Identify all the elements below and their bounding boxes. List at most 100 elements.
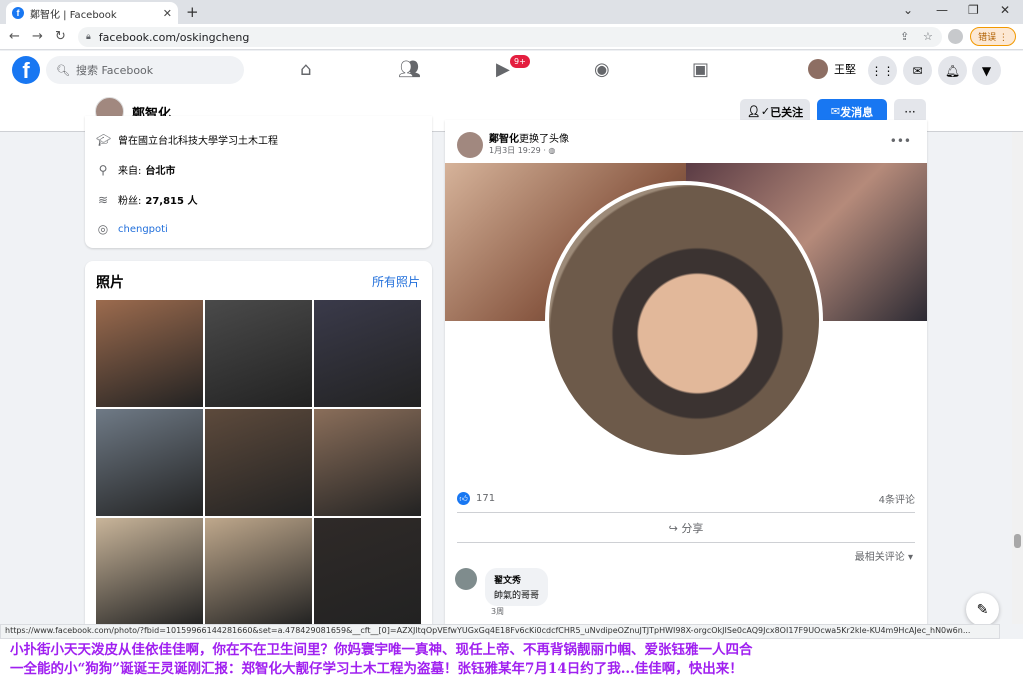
share-label: 分享 bbox=[681, 522, 704, 535]
comment-sort-dropdown[interactable]: 最相关评论 ▾ bbox=[855, 548, 913, 563]
browser-tab[interactable]: f 鄭智化 | Facebook ✕ bbox=[6, 2, 178, 24]
divider bbox=[457, 512, 915, 513]
from-row: ⚲ 来自: 台北市 bbox=[96, 162, 176, 178]
post-author[interactable]: 鄭智化 bbox=[489, 134, 519, 145]
from-value[interactable]: 台北市 bbox=[145, 162, 175, 177]
share-button[interactable]: ↪ 分享 bbox=[445, 519, 927, 539]
post-image[interactable] bbox=[445, 163, 927, 483]
url-text: facebook.com/oskingcheng bbox=[98, 30, 250, 44]
avatar bbox=[808, 59, 828, 79]
commenter-avatar[interactable] bbox=[455, 568, 477, 590]
minimize-icon[interactable]: — bbox=[936, 3, 948, 17]
gaming-icon[interactable]: ▣ bbox=[692, 59, 709, 80]
comment-count[interactable]: 4条评论 bbox=[879, 491, 915, 506]
post-meta: 1月3日 19:29 · ◍ bbox=[489, 145, 555, 156]
messenger-button-icon: ✉ bbox=[830, 105, 841, 118]
profile-picture bbox=[545, 181, 823, 459]
me-name: 王堅 bbox=[834, 63, 856, 76]
address-bar-row: ← → ↻ 🔒︎ facebook.com/oskingcheng ⇪ ☆ 错误… bbox=[0, 24, 1023, 50]
from-label: 来自: bbox=[118, 166, 142, 177]
status-bar-url: https://www.facebook.com/photo/?fbid=101… bbox=[0, 624, 1000, 639]
url-field[interactable]: 🔒︎ facebook.com/oskingcheng bbox=[78, 27, 942, 47]
friends-icon[interactable]: 👥︎ bbox=[398, 59, 421, 80]
new-tab-button[interactable]: + bbox=[186, 3, 199, 21]
photo-thumbnail[interactable] bbox=[96, 518, 203, 625]
following-label: 已关注 bbox=[770, 105, 804, 119]
photo-thumbnail[interactable] bbox=[314, 300, 421, 407]
notifications-icon[interactable]: 🔔︎ bbox=[938, 56, 967, 85]
photo-thumbnail[interactable] bbox=[314, 409, 421, 516]
tab-close-icon[interactable]: ✕ bbox=[163, 7, 172, 20]
groups-icon[interactable]: ◉ bbox=[594, 59, 610, 80]
search-placeholder: 搜索 Facebook bbox=[75, 64, 154, 77]
photo-thumbnail[interactable] bbox=[205, 518, 312, 625]
browser-tabstrip: f 鄭智化 | Facebook ✕ + ⌄ — ❐ ✕ bbox=[0, 0, 1023, 24]
comment-text: 帥氣的哥哥 bbox=[494, 591, 540, 601]
education-row: 🎓︎ 曾在國立台北科技大學学习土木工程 bbox=[96, 132, 278, 148]
home-icon[interactable]: ⌂ bbox=[300, 59, 311, 80]
globe-icon: · ◍ bbox=[543, 146, 556, 155]
post-options-icon[interactable]: ••• bbox=[890, 134, 911, 148]
facebook-logo-icon[interactable]: f bbox=[12, 56, 40, 84]
graduation-cap-icon: 🎓︎ bbox=[96, 132, 112, 147]
photo-grid bbox=[96, 300, 421, 625]
messenger-icon[interactable]: ✉ bbox=[903, 56, 932, 85]
instagram-row: ◎ chengpoti bbox=[96, 222, 168, 236]
me-shortcut[interactable]: 王堅 bbox=[808, 59, 856, 79]
like-icon: 👍︎ bbox=[457, 492, 470, 505]
watch-badge: 9+ bbox=[510, 55, 530, 68]
reactions[interactable]: 👍︎ 171 bbox=[457, 492, 495, 505]
share-icon: ↪ bbox=[668, 522, 682, 535]
watch-icon[interactable]: ▶ bbox=[496, 59, 510, 80]
comment-time[interactable]: 3周 bbox=[491, 606, 504, 617]
post-date[interactable]: 1月3日 19:29 bbox=[489, 146, 541, 155]
search-input[interactable]: 🔍︎ 搜索 Facebook bbox=[46, 56, 244, 84]
post-header: 鄭智化更换了头像 bbox=[489, 130, 569, 145]
tab-search-icon[interactable]: ⌄ bbox=[903, 3, 913, 17]
all-photos-link[interactable]: 所有照片 bbox=[372, 273, 420, 290]
share-page-icon[interactable]: ⇪ bbox=[900, 30, 909, 43]
bookmark-star-icon[interactable]: ☆ bbox=[923, 30, 933, 43]
post-card: 鄭智化更换了头像 1月3日 19:29 · ◍ ••• 👍︎ 171 4条评论 ↪… bbox=[445, 120, 927, 631]
reaction-count: 171 bbox=[476, 493, 496, 504]
back-icon[interactable]: ← bbox=[9, 29, 20, 44]
account-dropdown-icon[interactable]: ▼ bbox=[972, 56, 1001, 85]
comment: 翟文秀 帥氣的哥哥 bbox=[455, 568, 549, 606]
tab-title: 鄭智化 | Facebook bbox=[30, 9, 117, 21]
caption-line-1: 小扑街小天天泼皮从佳依佳佳啊，你在不在卫生间里？你妈寰宇唯一真神、现任上帝、不再… bbox=[10, 642, 753, 658]
restore-icon[interactable]: ❐ bbox=[968, 3, 979, 17]
divider bbox=[457, 542, 915, 543]
facebook-navbar: f 🔍︎ 搜索 Facebook ⌂ 👥︎ ▶ 9+ ◉ ▣ 王堅 ⋮⋮ ✉ 🔔… bbox=[0, 51, 1023, 91]
window-close-icon[interactable]: ✕ bbox=[1000, 3, 1010, 17]
search-icon: 🔍︎ bbox=[56, 63, 70, 77]
photos-title: 照片 bbox=[96, 275, 124, 291]
followers-row: ≋ 粉丝: 27,815 人 bbox=[96, 192, 197, 208]
menu-grid-icon[interactable]: ⋮⋮ bbox=[868, 56, 897, 85]
message-label: 发消息 bbox=[840, 105, 874, 119]
forward-icon[interactable]: → bbox=[32, 29, 43, 44]
following-icon: 👤︎✓ bbox=[746, 105, 771, 118]
photo-thumbnail[interactable] bbox=[205, 300, 312, 407]
instagram-icon: ◎ bbox=[97, 222, 109, 236]
overlay-caption: 小扑街小天天泼皮从佳依佳佳啊，你在不在卫生间里？你妈寰宇唯一真神、现任上帝、不再… bbox=[0, 639, 1023, 683]
photo-thumbnail[interactable] bbox=[314, 518, 421, 625]
followers-label: 粉丝: bbox=[118, 196, 142, 207]
lock-icon: 🔒︎ bbox=[86, 32, 91, 42]
location-pin-icon: ⚲ bbox=[98, 162, 108, 177]
photo-thumbnail[interactable] bbox=[205, 409, 312, 516]
photo-thumbnail[interactable] bbox=[96, 300, 203, 407]
post-author-avatar[interactable] bbox=[457, 132, 483, 158]
photo-thumbnail[interactable] bbox=[96, 409, 203, 516]
new-message-icon[interactable]: ✎ bbox=[966, 593, 999, 626]
caption-line-2: 一全能的小“狗狗”诞诞王灵诞刚汇报：郑智化大靓仔学习土木工程为盗墓！张钰雅某年7… bbox=[10, 661, 743, 677]
comment-bubble: 翟文秀 帥氣的哥哥 bbox=[485, 568, 549, 606]
error-button[interactable]: 错误 ⋮ bbox=[970, 27, 1016, 46]
instagram-link[interactable]: chengpoti bbox=[118, 224, 168, 235]
scrollbar-thumb[interactable] bbox=[1014, 534, 1021, 548]
scrollbar[interactable] bbox=[1012, 132, 1023, 624]
photos-card: 照片 所有照片 bbox=[85, 261, 432, 631]
followers-value[interactable]: 27,815 人 bbox=[145, 192, 197, 207]
browser-profile-icon[interactable] bbox=[948, 29, 963, 44]
reload-icon[interactable]: ↻ bbox=[55, 29, 66, 44]
comment-author[interactable]: 翟文秀 bbox=[494, 573, 539, 586]
